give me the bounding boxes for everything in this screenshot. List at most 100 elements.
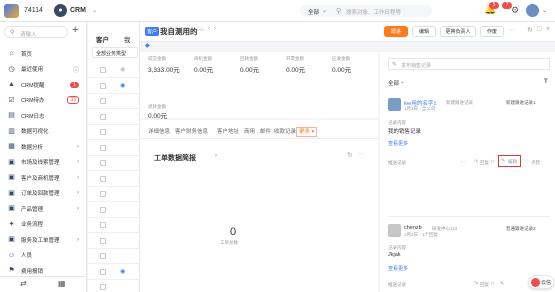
sidebar-item[interactable]: ▣ 订单及回款管理 › [0,187,87,200]
avatar[interactable] [526,4,539,17]
edit-button[interactable]: 编辑 [412,26,436,37]
follow-button[interactable]: 跟进 [384,26,408,37]
refresh-icon[interactable]: ↻ [527,26,533,34]
home-icon[interactable]: ⌂ [200,27,204,33]
sidebar-item[interactable]: ▣ 客户及商机管理 › [0,171,87,184]
switch-icon[interactable]: ⇄ [20,279,27,288]
detail-tab[interactable]: 客户财务信息 [175,126,208,139]
row-checkbox[interactable] [100,82,106,89]
list-item[interactable]: ◉ [88,264,140,280]
info-icon[interactable]: ⓘ [73,65,79,74]
list-item[interactable] [88,186,140,202]
row-checkbox[interactable] [100,160,106,166]
chevron-right-icon[interactable]: › [215,153,217,159]
list-item[interactable] [88,171,140,187]
detail-tab[interactable]: 商用 [244,126,255,139]
list-item[interactable] [88,124,140,140]
grid-icon[interactable]: ▦ [58,279,66,288]
row-checkbox[interactable] [100,175,106,182]
edit-icon[interactable]: ✎ [500,281,504,287]
copy-icon[interactable]: □ [491,281,494,287]
sidebar-item[interactable]: ☺ 人员 [0,249,87,262]
row-checkbox[interactable] [100,237,106,244]
list-item[interactable] [88,109,140,125]
share-icon[interactable]: ↷ [474,281,478,287]
business-type-filter[interactable]: 全部业务类型 [92,47,138,58]
list-item[interactable]: ◉ [88,62,140,78]
like-icon[interactable]: ♡ [525,159,529,165]
row-checkbox[interactable] [100,67,106,73]
avatar[interactable] [388,98,401,111]
feed-filter-all[interactable]: 全部 [388,79,399,87]
post-author[interactable]: chenzb [404,225,422,231]
gear-icon[interactable]: ⚙ [511,5,519,16]
sidebar-item[interactable]: ▣ 市场及线索管理 › [0,156,87,169]
detail-tab[interactable]: 客户地址 [217,126,239,139]
list-item[interactable] [88,155,140,171]
view-more-link[interactable]: 查看更多 [388,265,408,272]
chevron-right-icon[interactable]: › [214,26,216,32]
filter-icon[interactable]: T [544,79,548,85]
yunxin-chat-button[interactable]: 云信 [528,275,554,289]
reply-button[interactable]: 回复 [480,282,489,288]
row-checkbox[interactable] [100,206,106,213]
more-icon[interactable]: ··· [460,159,465,165]
share-icon[interactable]: ↷ [474,159,478,165]
detail-tab[interactable]: 邮件 [260,126,271,139]
sidebar-item[interactable]: ☑ CRM待办 33 [0,94,87,107]
avatar[interactable] [388,224,401,237]
chevron-down-icon[interactable]: ⌄ [400,78,405,85]
sidebar-item[interactable]: ⌂ 首页 [0,47,87,60]
row-checkbox[interactable] [100,284,106,290]
row-checkbox[interactable] [100,113,106,120]
chevron-down-icon[interactable]: ⌄ [322,7,327,14]
sidebar-item[interactable]: ✦ 业务流程 [0,218,87,231]
list-item[interactable] [88,279,140,292]
expand-icon[interactable]: □ [537,26,541,33]
list-item[interactable] [88,248,140,264]
search-input[interactable]: 搜索对象、工作日程等 [346,8,401,16]
sidebar-item[interactable]: ▲ CRM提醒 1 [0,78,87,91]
sidebar-item[interactable]: ◷ 最近使用 ⓘ [0,63,87,76]
add-icon[interactable]: + [72,24,78,36]
chevron-down-icon[interactable]: ⌄ [92,7,97,14]
list-item[interactable] [88,202,140,218]
crm-app-icon[interactable]: ● [54,4,67,17]
search-scope-select[interactable]: 全部 [308,8,319,16]
chevron-left-icon[interactable]: ‹ [208,26,210,32]
reply-button[interactable]: 回复 [480,160,489,166]
more-actions-button[interactable]: 作废 [480,26,504,37]
edit-record-button[interactable]: ✎ 编辑 [498,155,521,167]
detail-tab[interactable]: 详细信息 [148,126,170,139]
row-checkbox[interactable] [100,129,106,135]
detail-tab[interactable]: 收款记录 [274,126,296,139]
global-search-bar[interactable]: 全部 ⌄ ⚲ 搜索对象、工作日程等 [300,5,432,17]
sidebar-item[interactable]: ▤ CRM日志 [0,109,87,122]
copy-icon[interactable]: □ [491,159,494,165]
like-button[interactable]: 点赞 [531,160,540,166]
row-checkbox[interactable] [100,222,106,228]
list-item[interactable] [88,93,140,109]
list-item[interactable] [88,217,140,233]
crm-app-label[interactable]: CRM [70,7,86,14]
change-owner-button[interactable]: 更换负责人 [440,26,476,37]
row-checkbox[interactable] [100,268,106,275]
row-checkbox[interactable] [100,98,106,104]
sidebar-item[interactable]: ▣ 产品管理 › [0,202,87,215]
chevron-down-icon[interactable]: ⌄ [542,7,547,14]
sidebar-search-input[interactable]: ⚲ 请输入 [4,26,68,38]
row-checkbox[interactable] [100,253,106,259]
row-checkbox[interactable] [100,191,106,197]
sidebar-item[interactable]: ▥ 数据可视化 [0,125,87,138]
more-icon[interactable]: ··· [358,151,364,157]
feed-input[interactable]: ✎ 发布销售记录 [388,58,550,70]
close-icon[interactable]: × [546,26,550,33]
list-item[interactable] [88,140,140,156]
row-checkbox[interactable] [100,144,106,151]
list-item[interactable] [88,233,140,249]
company-logo[interactable] [4,4,19,18]
refresh-icon[interactable]: ↻ [347,151,353,159]
list-item[interactable]: ◉ [88,78,140,94]
sidebar-item[interactable]: ▦ 数据分析 › [0,140,87,153]
more-icon[interactable]: ··· [510,27,516,33]
